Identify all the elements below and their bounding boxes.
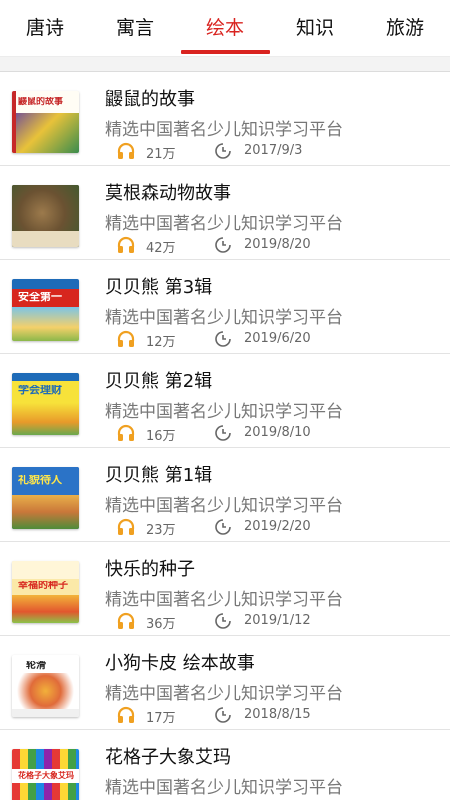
item-subtitle: 精选中国著名少儿知识学习平台	[105, 214, 343, 234]
item-subtitle: 精选中国著名少儿知识学习平台	[105, 496, 343, 516]
publish-date: 2019/6/20	[244, 331, 311, 346]
publish-date: 2018/8/15	[244, 707, 311, 722]
picture-book-list: 鼹鼠的故事 鼹鼠的故事 精选中国著名少儿知识学习平台 21万 2017/9/3 …	[0, 72, 450, 800]
clock-icon	[215, 237, 231, 253]
item-title: 花格子大象艾玛	[105, 747, 231, 768]
list-item[interactable]: 礼貌待人 贝贝熊 第1辑 精选中国著名少儿知识学习平台 23万 2019/2/2…	[0, 448, 450, 542]
clock-icon	[215, 519, 231, 535]
clock-icon	[215, 143, 231, 159]
list-item[interactable]: 鼹鼠的故事 鼹鼠的故事 精选中国著名少儿知识学习平台 21万 2017/9/3	[0, 72, 450, 166]
list-item[interactable]: 安全第一 贝贝熊 第3辑 精选中国著名少儿知识学习平台 12万 2019/6/2…	[0, 260, 450, 354]
play-count: 17万	[146, 711, 176, 726]
book-cover: 礼貌待人	[12, 467, 79, 529]
headphone-icon	[117, 330, 135, 347]
book-cover: 幸福的种子	[12, 561, 79, 623]
tab-huiben[interactable]: 绘本	[206, 0, 244, 56]
headphone-icon	[117, 142, 135, 159]
book-cover	[12, 185, 79, 247]
publish-date: 2019/1/12	[244, 613, 311, 628]
item-title: 贝贝熊 第2辑	[105, 371, 213, 392]
play-count: 16万	[146, 429, 176, 444]
headphone-icon	[117, 424, 135, 441]
clock-icon	[215, 613, 231, 629]
item-subtitle: 精选中国著名少儿知识学习平台	[105, 402, 343, 422]
list-top-gap	[0, 57, 450, 72]
tab-zhishi[interactable]: 知识	[296, 0, 334, 56]
headphone-icon	[117, 706, 135, 723]
active-tab-indicator	[181, 50, 270, 54]
tab-tangshi[interactable]: 唐诗	[26, 0, 64, 56]
publish-date: 2019/8/20	[244, 237, 311, 252]
list-item[interactable]: 花格子大象艾玛 花格子大象艾玛 精选中国著名少儿知识学习平台	[0, 730, 450, 800]
headphone-icon	[117, 612, 135, 629]
item-title: 贝贝熊 第3辑	[105, 277, 213, 298]
publish-date: 2019/8/10	[244, 425, 311, 440]
list-item[interactable]: 莫根森动物故事 精选中国著名少儿知识学习平台 42万 2019/8/20	[0, 166, 450, 260]
play-count: 21万	[146, 147, 176, 162]
item-subtitle: 精选中国著名少儿知识学习平台	[105, 684, 343, 704]
item-subtitle: 精选中国著名少儿知识学习平台	[105, 590, 343, 610]
headphone-icon	[117, 236, 135, 253]
publish-date: 2019/2/20	[244, 519, 311, 534]
item-title: 小狗卡皮 绘本故事	[105, 653, 255, 674]
item-subtitle: 精选中国著名少儿知识学习平台	[105, 120, 343, 140]
item-title: 莫根森动物故事	[105, 183, 231, 204]
tab-yuyan[interactable]: 寓言	[116, 0, 154, 56]
item-title: 快乐的种子	[105, 559, 195, 580]
book-cover: 学会理财	[12, 373, 79, 435]
play-count: 23万	[146, 523, 176, 538]
list-item[interactable]: 轮滑 小狗卡皮 绘本故事 精选中国著名少儿知识学习平台 17万 2018/8/1…	[0, 636, 450, 730]
publish-date: 2017/9/3	[244, 143, 303, 158]
book-cover: 花格子大象艾玛	[12, 749, 79, 800]
play-count: 12万	[146, 335, 176, 350]
item-title: 贝贝熊 第1辑	[105, 465, 213, 486]
book-cover: 轮滑	[12, 655, 79, 717]
tab-lvyou[interactable]: 旅游	[386, 0, 424, 56]
list-item[interactable]: 学会理财 贝贝熊 第2辑 精选中国著名少儿知识学习平台 16万 2019/8/1…	[0, 354, 450, 448]
clock-icon	[215, 331, 231, 347]
item-subtitle: 精选中国著名少儿知识学习平台	[105, 308, 343, 328]
clock-icon	[215, 707, 231, 723]
item-title: 鼹鼠的故事	[105, 89, 195, 110]
headphone-icon	[117, 518, 135, 535]
book-cover: 安全第一	[12, 279, 79, 341]
play-count: 42万	[146, 241, 176, 256]
category-tab-bar: 唐诗 寓言 绘本 知识 旅游	[0, 0, 450, 56]
list-item[interactable]: 幸福的种子 快乐的种子 精选中国著名少儿知识学习平台 36万 2019/1/12	[0, 542, 450, 636]
book-cover: 鼹鼠的故事	[12, 91, 79, 153]
clock-icon	[215, 425, 231, 441]
item-subtitle: 精选中国著名少儿知识学习平台	[105, 778, 343, 798]
play-count: 36万	[146, 617, 176, 632]
